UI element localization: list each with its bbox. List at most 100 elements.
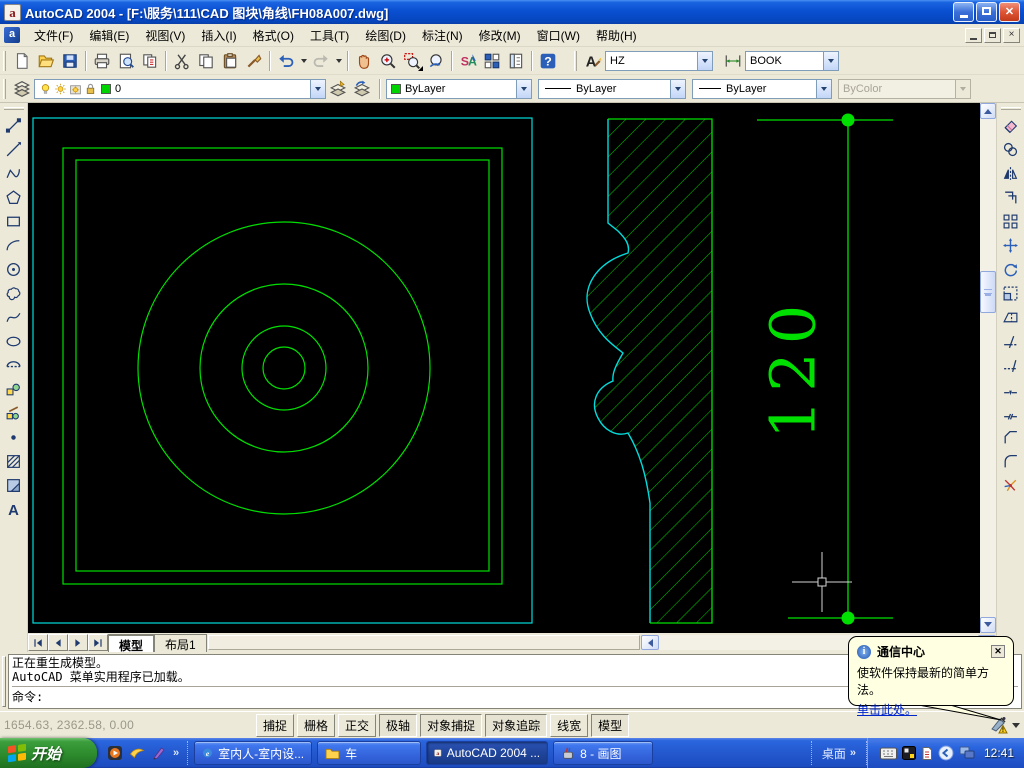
menu-file[interactable]: 文件(F) xyxy=(26,24,81,47)
start-button[interactable]: 开始 xyxy=(0,738,97,768)
designcenter-button[interactable] xyxy=(480,49,504,72)
polygon-tool-button[interactable] xyxy=(1,185,27,209)
desktop-overflow-chevron[interactable]: » xyxy=(850,747,856,759)
break-tool-button[interactable] xyxy=(998,401,1024,425)
text-style-combo[interactable]: HZ xyxy=(605,50,713,71)
toggle-lineweight[interactable]: 线宽 xyxy=(550,713,589,737)
scroll-up-button[interactable] xyxy=(980,103,996,119)
layer-combo[interactable]: 0 xyxy=(34,78,326,99)
menu-edit[interactable]: 编辑(E) xyxy=(81,24,137,47)
tab-first-button[interactable] xyxy=(28,634,48,651)
menu-modify[interactable]: 修改(M) xyxy=(471,24,529,47)
keyboard-tray-icon[interactable] xyxy=(879,747,897,760)
help-button[interactable]: ? xyxy=(536,49,560,72)
drawing-file-icon[interactable]: a xyxy=(4,27,20,43)
mdi-minimize-button[interactable] xyxy=(965,27,982,43)
revision-cloud-tool-button[interactable] xyxy=(1,281,27,305)
menu-format[interactable]: 格式(O) xyxy=(245,24,302,47)
explode-tool-button[interactable] xyxy=(998,473,1024,497)
scale-tool-button[interactable] xyxy=(998,281,1024,305)
toggle-model[interactable]: 模型 xyxy=(591,713,630,737)
linetype-combo[interactable]: ByLayer xyxy=(538,78,686,99)
layer-properties-manager-button[interactable] xyxy=(10,77,34,100)
hide-icons-chevron-icon[interactable] xyxy=(938,745,954,761)
undo-button[interactable] xyxy=(274,49,298,72)
rotate-tool-button[interactable] xyxy=(998,257,1024,281)
lineweight-combo[interactable]: ByLayer xyxy=(692,78,832,99)
menu-help[interactable]: 帮助(H) xyxy=(588,24,645,47)
mirror-tool-button[interactable] xyxy=(998,161,1024,185)
plot-button[interactable] xyxy=(90,49,114,72)
toolbar-grip[interactable] xyxy=(3,107,24,110)
hatch-tool-button[interactable] xyxy=(1,449,27,473)
scroll-down-button[interactable] xyxy=(980,617,996,633)
task-button-paint[interactable]: 8 - 画图 xyxy=(553,741,654,765)
menu-tools[interactable]: 工具(T) xyxy=(302,24,357,47)
tab-model[interactable]: 模型 xyxy=(108,634,155,653)
ellipse-arc-tool-button[interactable] xyxy=(1,353,27,377)
redo-button[interactable] xyxy=(309,49,333,72)
new-button[interactable] xyxy=(10,49,34,72)
zoom-previous-button[interactable] xyxy=(424,49,448,72)
polyline-tool-button[interactable] xyxy=(1,161,27,185)
restore-button[interactable] xyxy=(976,2,997,22)
erase-tool-button[interactable] xyxy=(998,113,1024,137)
arc-tool-button[interactable] xyxy=(1,233,27,257)
toolbar-grip[interactable] xyxy=(3,50,6,71)
color-combo[interactable]: ByLayer xyxy=(386,78,532,99)
vertical-scrollbar[interactable] xyxy=(980,103,996,633)
combo-arrow-icon[interactable] xyxy=(697,51,712,70)
plot-preview-button[interactable] xyxy=(114,49,138,72)
media-player-icon[interactable] xyxy=(107,745,123,761)
circle-tool-button[interactable] xyxy=(1,257,27,281)
tab-previous-button[interactable] xyxy=(48,634,68,651)
command-window-grip[interactable] xyxy=(2,656,6,707)
redo-dropdown-button[interactable] xyxy=(333,49,344,72)
region-tool-button[interactable] xyxy=(1,473,27,497)
chamfer-tool-button[interactable] xyxy=(998,425,1024,449)
dim-style-button[interactable] xyxy=(721,49,745,72)
scroll-left-button[interactable] xyxy=(640,635,659,650)
zoom-realtime-button[interactable] xyxy=(376,49,400,72)
vertical-scroll-thumb[interactable] xyxy=(980,271,996,313)
ellipse-tool-button[interactable] xyxy=(1,329,27,353)
toggle-ortho[interactable]: 正交 xyxy=(338,713,377,737)
save-button[interactable] xyxy=(58,49,82,72)
publish-button[interactable] xyxy=(138,49,162,72)
open-button[interactable] xyxy=(34,49,58,72)
spline-tool-button[interactable] xyxy=(1,305,27,329)
extend-tool-button[interactable] xyxy=(998,353,1024,377)
combo-arrow-icon[interactable] xyxy=(670,79,685,98)
quick-launch-overflow-chevron[interactable]: » xyxy=(173,747,179,759)
copy-button[interactable] xyxy=(194,49,218,72)
dim-style-combo[interactable]: BOOK xyxy=(745,50,839,71)
layer-sun-icon[interactable] xyxy=(54,82,67,96)
toggle-snap[interactable]: 捕捉 xyxy=(256,713,295,737)
rectangle-tool-button[interactable] xyxy=(1,209,27,233)
point-tool-button[interactable] xyxy=(1,425,27,449)
combo-arrow-icon[interactable] xyxy=(310,79,325,98)
pan-realtime-button[interactable] xyxy=(352,49,376,72)
status-tray-dropdown-icon[interactable] xyxy=(1012,723,1020,732)
insert-block-tool-button[interactable] xyxy=(1,377,27,401)
toggle-osnap[interactable]: 对象捕捉 xyxy=(420,713,483,737)
array-tool-button[interactable] xyxy=(998,209,1024,233)
tab-scroll-splitter[interactable] xyxy=(207,635,640,650)
desktop-toolbar[interactable]: 桌面 » xyxy=(810,741,867,765)
network-tray-icon[interactable] xyxy=(959,746,975,760)
close-button[interactable]: ✕ xyxy=(999,2,1020,22)
menu-dimension[interactable]: 标注(N) xyxy=(414,24,471,47)
toggle-grid[interactable]: 栅格 xyxy=(297,713,336,737)
menu-draw[interactable]: 绘图(D) xyxy=(357,24,414,47)
layer-sun-viewport-icon[interactable] xyxy=(69,82,82,96)
layer-bulb-on-icon[interactable] xyxy=(39,82,52,96)
balloon-close-button[interactable]: ✕ xyxy=(991,645,1005,658)
trim-tool-button[interactable] xyxy=(998,329,1024,353)
document-tray-icon[interactable] xyxy=(921,746,933,760)
toolbar-grip[interactable] xyxy=(3,78,6,99)
break-at-point-tool-button[interactable] xyxy=(998,377,1024,401)
properties-button[interactable]: SA xyxy=(456,49,480,72)
task-button-autocad[interactable]: a AutoCAD 2004 ... xyxy=(426,741,549,765)
copy-object-tool-button[interactable] xyxy=(998,137,1024,161)
quick-launch-pen-icon[interactable] xyxy=(151,745,167,761)
